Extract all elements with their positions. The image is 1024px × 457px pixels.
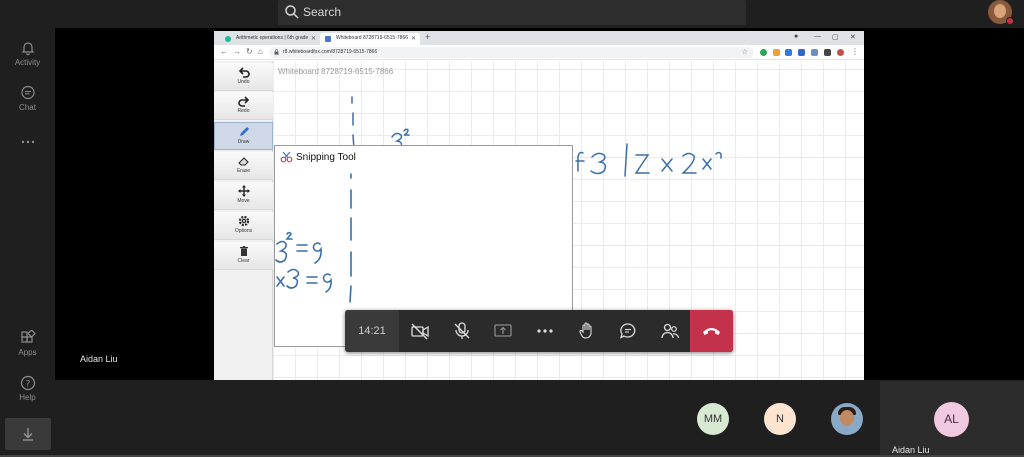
close-tab-icon[interactable]: ✕ — [411, 35, 416, 42]
rail-label: Apps — [18, 348, 37, 357]
undo-button[interactable]: Undo — [214, 63, 273, 91]
tab-arithmetic[interactable]: Arithmetic operations | 6th grade ✕ — [220, 33, 320, 45]
more-icon[interactable] — [535, 321, 555, 341]
rail-item-activity[interactable]: Activity — [0, 40, 55, 67]
whiteboard-title: Whiteboard 8728719-6515-7866 — [278, 67, 394, 76]
search-icon — [285, 5, 299, 19]
chat-icon — [20, 85, 35, 100]
extension-icon[interactable] — [773, 49, 780, 56]
extension-icon[interactable] — [785, 49, 792, 56]
participants-icon[interactable] — [660, 321, 680, 341]
svg-text:?: ? — [25, 380, 30, 390]
profile-icon[interactable] — [837, 49, 844, 56]
tab-title: Arithmetic operations | 6th grade — [236, 35, 309, 41]
self-avatar: AL — [934, 402, 969, 437]
reload-icon[interactable]: ↻ — [246, 47, 253, 56]
hang-up-button[interactable] — [690, 310, 733, 352]
options-button[interactable]: Options — [214, 212, 273, 240]
tool-label: Move — [237, 198, 250, 204]
close-tab-icon[interactable]: ✕ — [311, 35, 316, 42]
meeting-timer: 14:21 — [345, 310, 399, 352]
trash-icon — [239, 246, 248, 256]
url-field[interactable]: r8.whiteboardfox.com/8728719-6515-7866 ☆ — [269, 47, 754, 58]
redo-button[interactable]: Redo — [214, 92, 273, 120]
top-bar: Search — [0, 0, 1024, 28]
maximize-button[interactable]: ▢ — [832, 33, 839, 41]
tab-strip: Arithmetic operations | 6th grade ✕ Whit… — [214, 31, 864, 45]
rail-label: Activity — [14, 58, 41, 67]
self-name: Aidan Liu — [892, 445, 930, 455]
tab-title: Whiteboard 8728719-6515-7866 — [336, 35, 408, 41]
download-button[interactable] — [5, 418, 51, 450]
redo-icon — [237, 96, 249, 107]
tool-label: Erase — [236, 168, 251, 174]
back-icon[interactable]: ← — [220, 47, 228, 56]
download-icon — [23, 428, 33, 441]
more-icon — [21, 140, 34, 144]
camera-off-icon[interactable] — [410, 321, 430, 341]
pencil-icon — [239, 127, 249, 136]
gear-icon — [238, 215, 249, 227]
search-placeholder: Search — [303, 5, 342, 19]
lock-icon — [274, 49, 279, 55]
eraser-icon — [237, 157, 249, 166]
forward-icon[interactable]: → — [233, 47, 241, 56]
undo-icon — [238, 67, 250, 78]
rail-label: Help — [19, 393, 36, 402]
tool-label: Draw — [237, 139, 250, 145]
raise-hand-icon[interactable] — [577, 321, 597, 341]
draw-button[interactable]: Draw — [214, 122, 273, 150]
rail-item-apps[interactable]: Apps — [0, 330, 55, 357]
participants-strip — [55, 380, 1024, 457]
participant-photo-avatar[interactable] — [831, 403, 863, 435]
rail-item-chat[interactable]: Chat — [0, 85, 55, 112]
participant-avatar[interactable]: N — [764, 403, 796, 435]
tool-label: Options — [234, 228, 253, 234]
extension-icon[interactable] — [798, 49, 805, 56]
whiteboard-toolbox: Undo Redo Draw Erase Move Options Clear — [214, 61, 273, 381]
tool-label: Undo — [237, 79, 250, 85]
meeting-controls-bar: 14:21 — [345, 310, 733, 352]
chat-icon[interactable] — [618, 321, 638, 341]
new-tab-button[interactable]: + — [425, 32, 430, 42]
erase-button[interactable]: Erase — [214, 152, 273, 180]
tab-whiteboard[interactable]: Whiteboard 8728719-6515-7866 ✕ — [320, 33, 420, 45]
search-box[interactable]: Search — [278, 0, 746, 25]
rail-label: Chat — [19, 103, 36, 112]
tool-label: Redo — [237, 108, 250, 114]
minimize-button[interactable]: — — [814, 33, 821, 40]
apps-icon — [20, 330, 36, 343]
presenter-name: Aidan Liu — [80, 354, 118, 364]
menu-kebab-icon[interactable]: ⋮ — [851, 47, 859, 56]
khan-favicon-icon — [225, 36, 231, 42]
participant-avatar[interactable]: MM — [697, 403, 729, 435]
hang-up-icon — [703, 328, 720, 335]
help-icon: ? — [20, 375, 35, 391]
rail-item-help[interactable]: ? Help — [0, 375, 55, 402]
whiteboard-favicon-icon — [325, 36, 331, 42]
app-rail: Activity Chat Apps ? Help — [0, 28, 55, 457]
mic-off-icon[interactable] — [452, 321, 472, 341]
clear-button[interactable]: Clear — [214, 242, 273, 270]
move-icon — [237, 185, 250, 197]
chrome-profile-icon[interactable]: ● — [794, 33, 798, 40]
puzzle-extensions-icon[interactable] — [824, 49, 831, 56]
tool-label: Clear — [237, 258, 250, 264]
extension-icon[interactable] — [811, 49, 818, 56]
bell-icon — [21, 42, 34, 56]
share-screen-icon[interactable] — [493, 321, 513, 341]
status-dot — [1006, 17, 1014, 25]
close-window-button[interactable]: ✕ — [850, 33, 856, 41]
address-bar-row: ← → ↻ ⌂ r8.whiteboardfox.com/8728719-651… — [214, 45, 864, 60]
home-icon[interactable]: ⌂ — [258, 47, 263, 56]
move-button[interactable]: Move — [214, 182, 273, 210]
bookmark-star-icon[interactable]: ☆ — [742, 48, 748, 56]
url-text: r8.whiteboardfox.com/8728719-6515-7866 — [283, 49, 378, 55]
extension-icon[interactable] — [760, 49, 767, 56]
rail-item-more[interactable] — [0, 134, 55, 152]
